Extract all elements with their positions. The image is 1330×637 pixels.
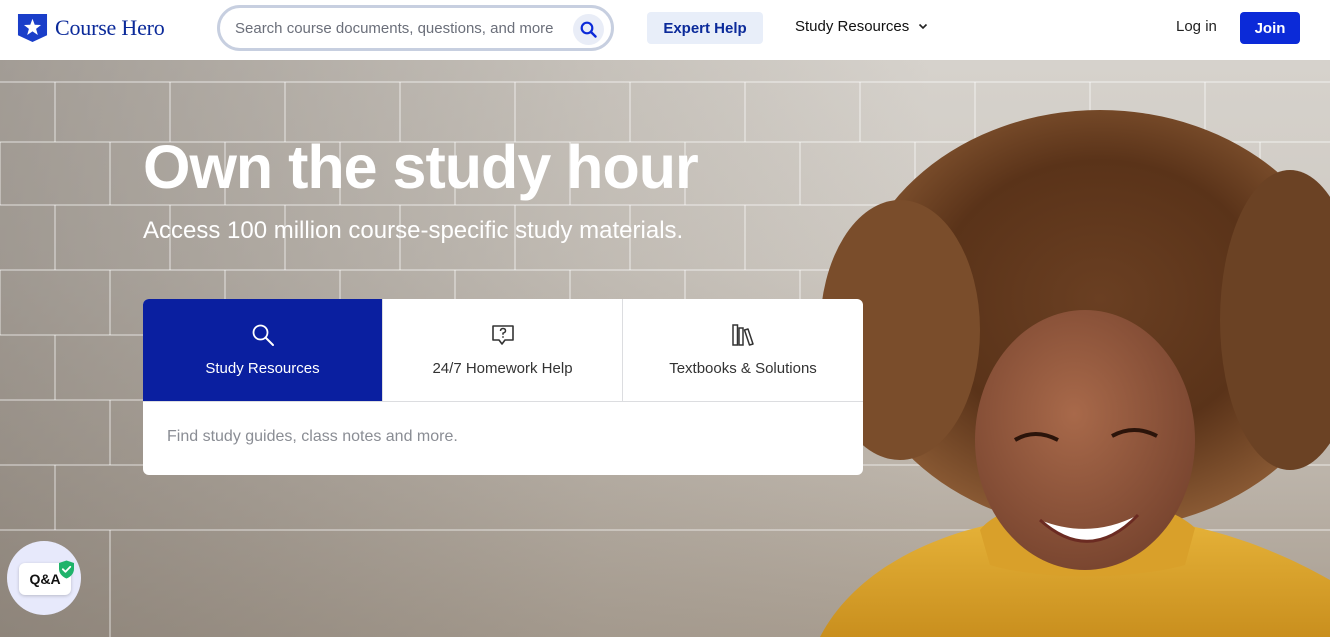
verified-shield-icon [59,560,74,579]
question-bubble-icon [491,325,514,345]
study-resources-menu-label: Study Resources [795,18,910,35]
qa-widget-button[interactable]: Q&A [7,541,81,615]
star-shield-logo-icon [17,13,48,43]
header-search-input[interactable] [235,19,555,37]
expert-help-button[interactable]: Expert Help [647,12,763,44]
hero-headline: Own the study hour [143,133,699,201]
search-icon [580,21,597,38]
logo-wordmark: Course Hero [55,14,165,40]
join-button[interactable]: Join [1240,12,1300,44]
login-link[interactable]: Log in [1176,18,1217,35]
hero-banner: Own the study hour Access 100 million co… [0,60,1330,637]
course-hero-logo[interactable]: Course Hero [17,12,165,43]
search-tabs: Study Resources 24/7 Homework Help Textb… [143,299,863,402]
tab-textbooks-solutions-label: Textbooks & Solutions [669,360,817,377]
tab-textbooks-solutions[interactable]: Textbooks & Solutions [623,299,863,401]
search-icon [252,324,274,346]
study-search-input[interactable] [167,428,827,446]
study-resources-menu[interactable]: Study Resources [795,18,928,35]
hero-subheadline: Access 100 million course-specific study… [143,217,684,244]
tab-study-resources[interactable]: Study Resources [143,299,383,401]
chevron-down-icon [919,23,928,30]
tab-homework-help[interactable]: 24/7 Homework Help [383,299,623,401]
books-icon [732,324,754,346]
header-search-button[interactable] [573,14,604,45]
header-search-box [217,5,614,51]
tab-study-resources-label: Study Resources [205,360,320,377]
top-navigation-bar: Course Hero Expert Help Study Resources … [0,0,1330,60]
tab-homework-help-label: 24/7 Homework Help [432,360,573,377]
search-card: Study Resources 24/7 Homework Help Textb… [143,299,863,475]
